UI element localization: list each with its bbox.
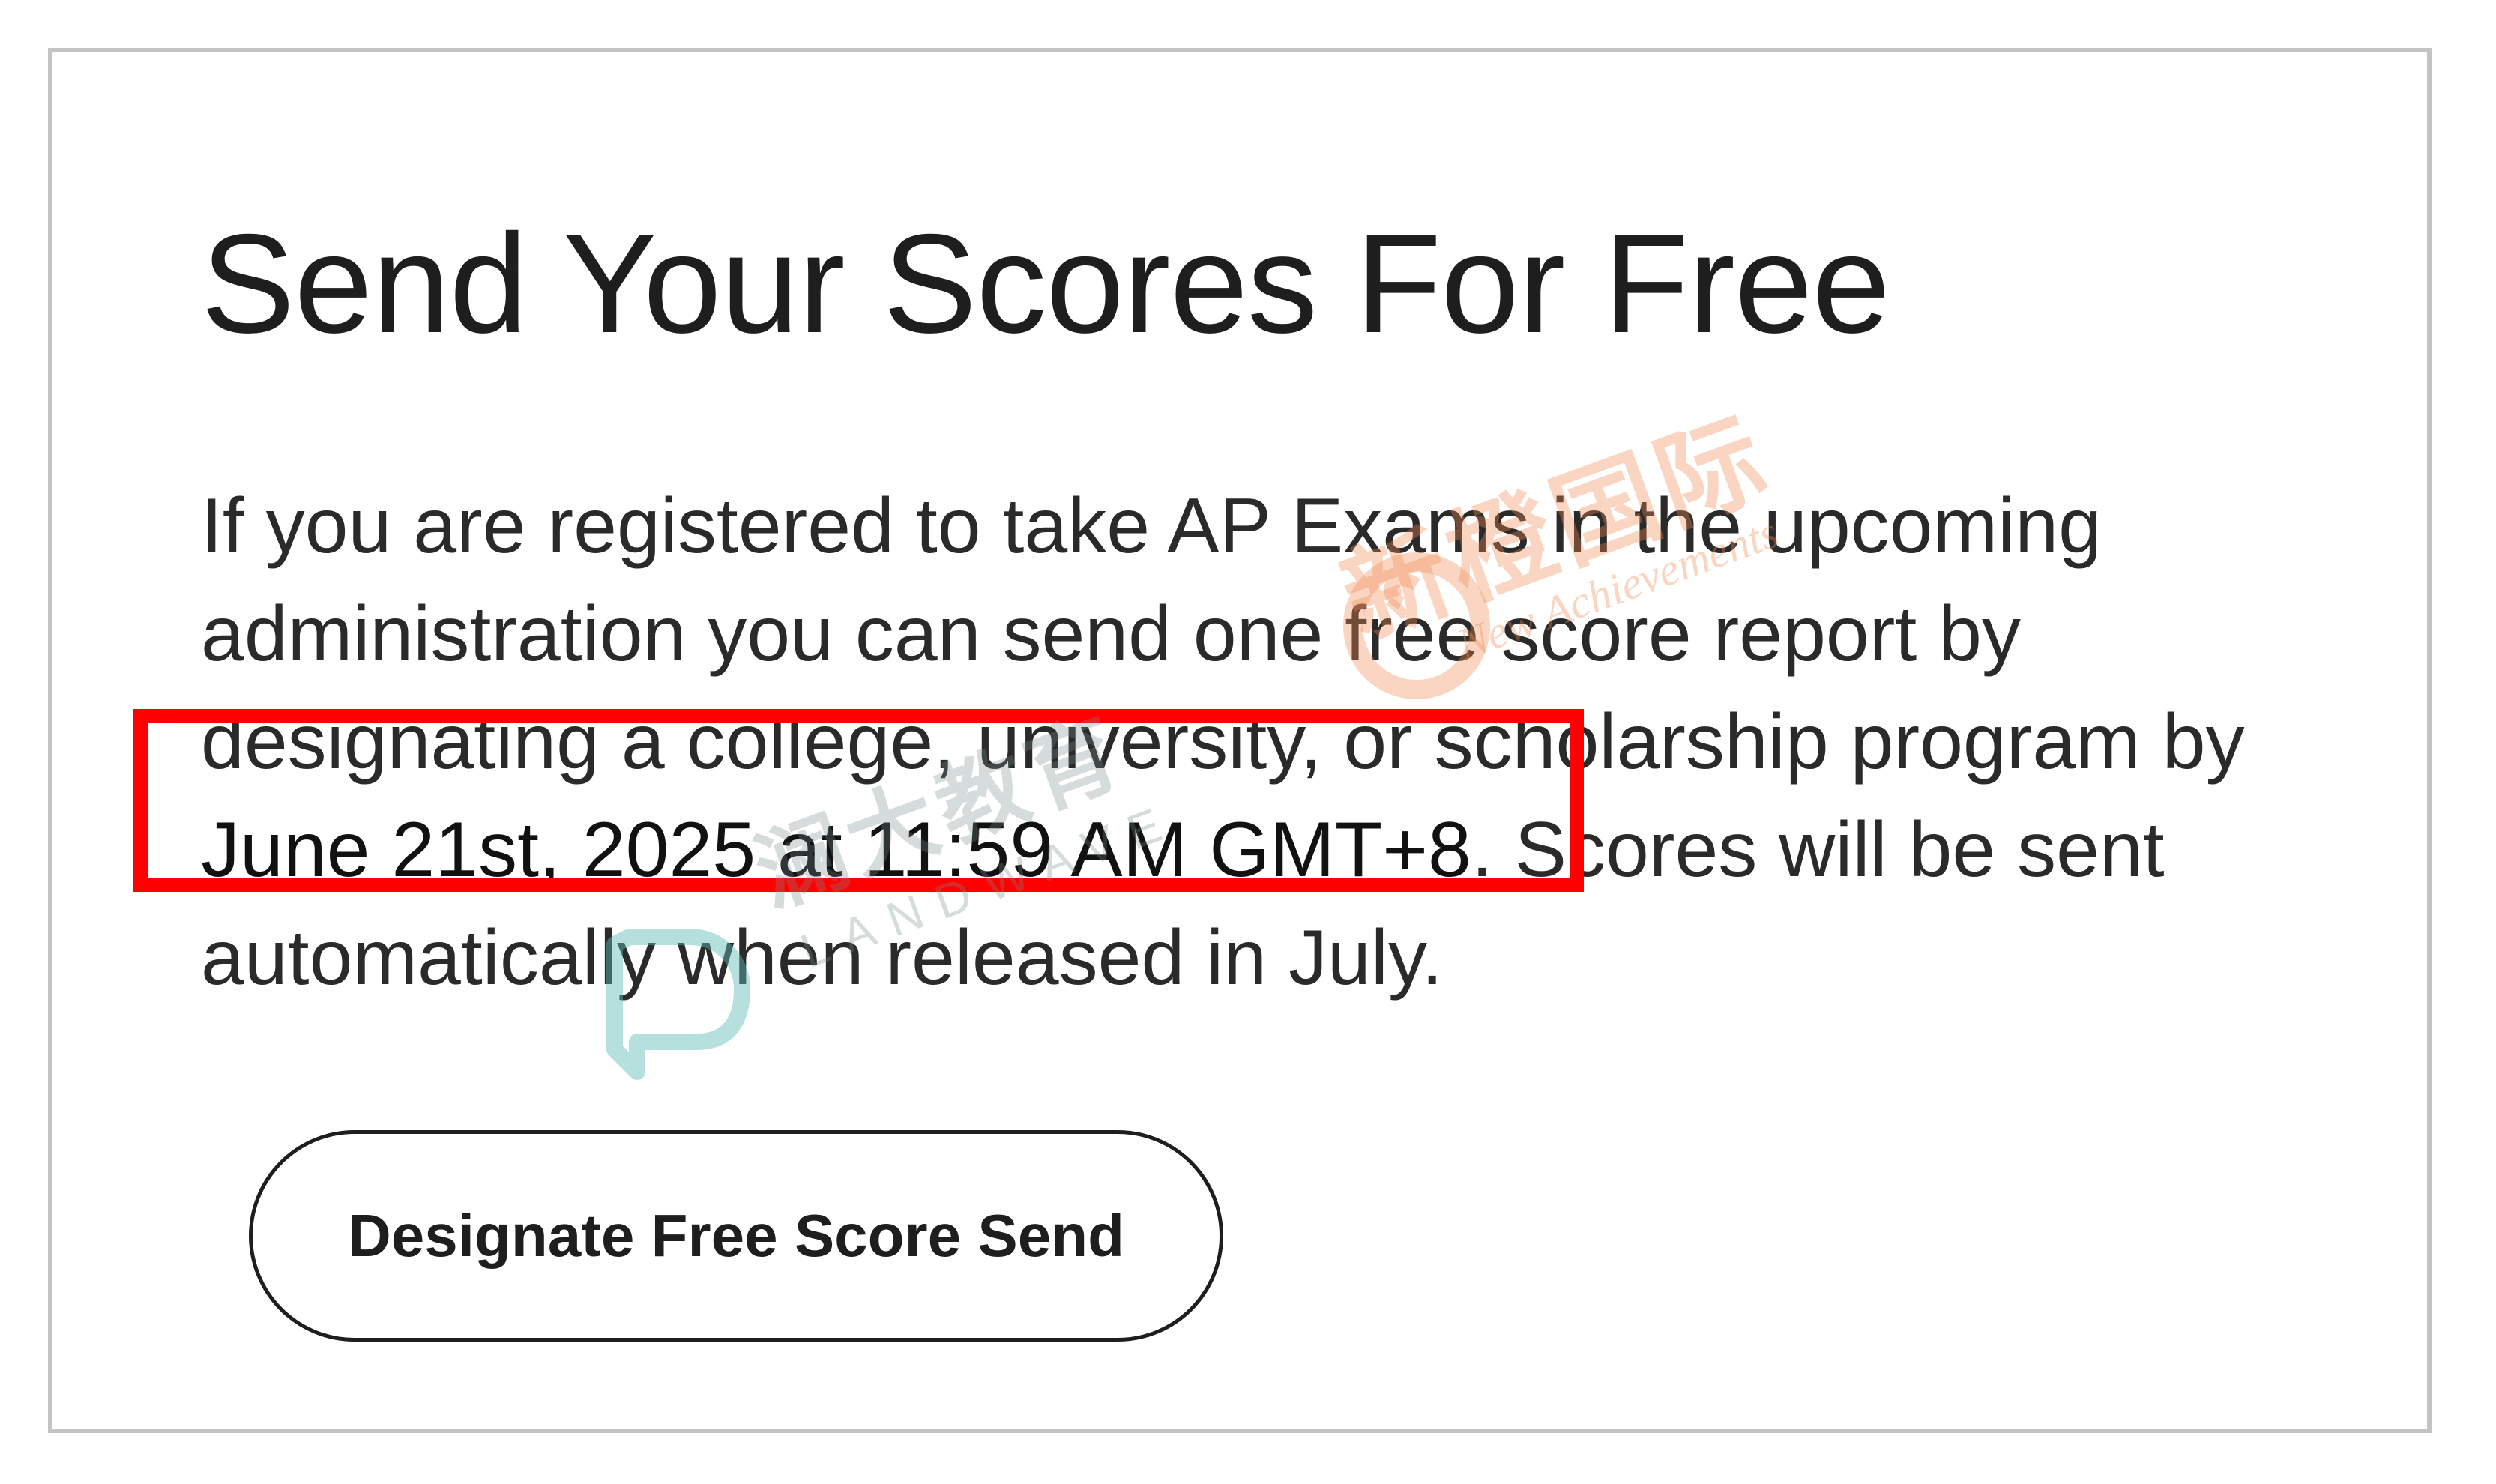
card-title: Send Your Scores For Free bbox=[201, 205, 1890, 362]
designate-free-score-send-button[interactable]: Designate Free Score Send bbox=[249, 1130, 1223, 1342]
description-line-4: June 21st, 2025 at 11:59 AM GMT+8. Score… bbox=[201, 796, 2420, 904]
description-line-5: automatically when released in July. bbox=[201, 914, 1444, 1001]
description-line-3: designating a college, university, or sc… bbox=[201, 699, 2245, 785]
description-line-4-rest: . Scores will be sent bbox=[1471, 806, 2165, 893]
deadline-text: June 21st, 2025 at 11:59 AM GMT+8 bbox=[201, 806, 1471, 893]
description-line-2: administration you can send one free sco… bbox=[201, 591, 2022, 678]
score-send-card: Send Your Scores For Free If you are reg… bbox=[48, 48, 2432, 1433]
description-line-1: If you are registered to take AP Exams i… bbox=[201, 483, 2102, 570]
card-description: If you are registered to take AP Exams i… bbox=[201, 472, 2420, 1012]
